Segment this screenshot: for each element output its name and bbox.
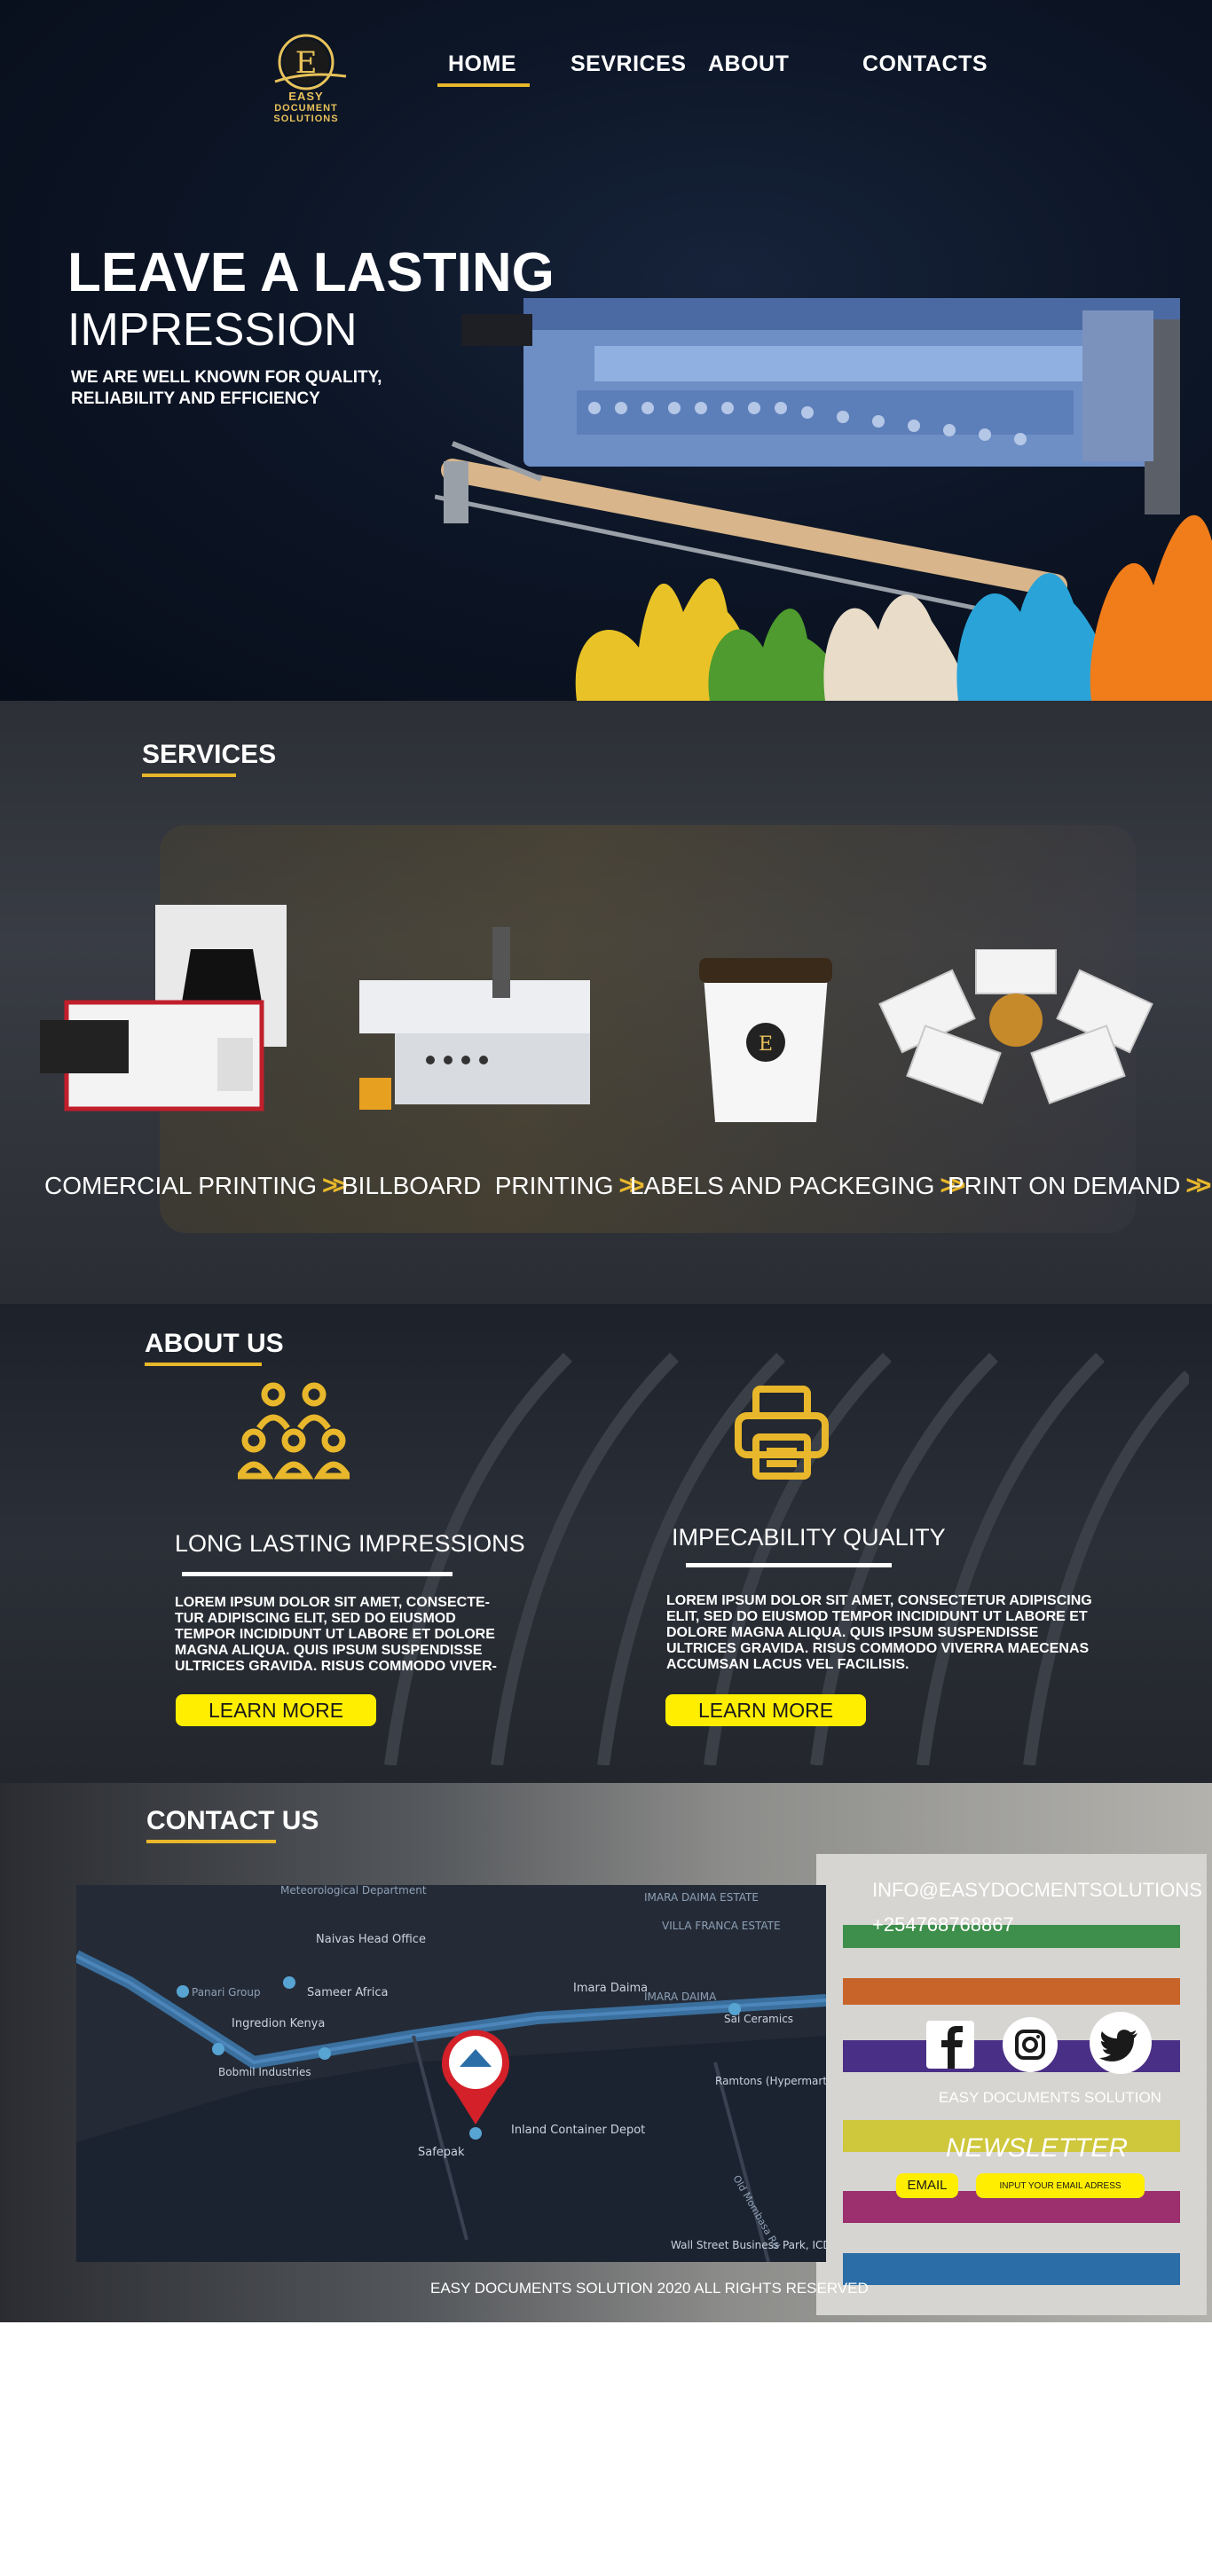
map-canvas: Meteorological Department IMARA DAIMA ES… <box>76 1885 826 2262</box>
service-print-on-demand[interactable]: PRINT ON DEMAND >> <box>948 1171 1211 1201</box>
about-title-text: ABOUT US <box>145 1329 284 1358</box>
services-title: SERVICES <box>142 740 277 777</box>
map-label-bobmil: Bobmil Industries <box>218 2066 311 2078</box>
map-label-imara-daima: Imara Daima <box>573 1982 648 1995</box>
learn-more-button-2[interactable]: LEARN MORE <box>665 1694 866 1726</box>
printer-icon <box>735 1386 829 1480</box>
service-commercial-printing[interactable]: COMERCIAL PRINTING >> <box>44 1171 348 1201</box>
about-col1-divider <box>182 1572 453 1576</box>
services-section: SERVICES E COMERCIAL PRINTING >> BILLBOA… <box>0 701 1212 1304</box>
footer-copyright: EASY DOCUMENTS SOLUTION 2020 ALL RIGHTS … <box>430 2280 869 2297</box>
facebook-icon <box>926 2021 974 2069</box>
instagram-icon <box>1015 2030 1045 2060</box>
chevron-double-right-icon: >> <box>322 1171 348 1200</box>
about-title: ABOUT US <box>145 1329 284 1366</box>
commercial-printer-image <box>40 905 287 1111</box>
map-label-safepak: Safepak <box>418 2146 465 2159</box>
hero-title-sub: IMPRESSION <box>67 304 358 356</box>
map-label-villa-franca: VILLA FRANCA ESTATE <box>662 1920 781 1932</box>
svg-text:E: E <box>759 1033 773 1056</box>
contact-title: CONTACT US <box>146 1806 319 1843</box>
contact-section: CONTACT US Meteorological Department IMA… <box>0 1783 1212 2322</box>
coffee-cup-image: E <box>699 958 832 1122</box>
learn-more-button-1[interactable]: LEARN MORE <box>176 1694 376 1726</box>
service-labels-packaging[interactable]: LABELS AND PACKEGING >> <box>630 1171 965 1201</box>
about-section: ABOUT US LONG LASTING IMPRESSIONS LOREM … <box>0 1304 1212 1783</box>
logo-name: EASY <box>288 90 324 103</box>
newsletter-email-input[interactable] <box>976 2173 1145 2198</box>
service-label: PRINT ON DEMAND <box>948 1172 1181 1199</box>
email-label: EMAIL <box>896 2173 958 2198</box>
twitter-icon <box>1099 2030 1137 2062</box>
map-label-naivas: Naivas Head Office <box>316 1933 426 1946</box>
hero-section: E EASY DOCUMENT SOLUTIONS HOME SEVRICES … <box>0 0 1212 701</box>
billboard-printer-image <box>359 927 590 1110</box>
instagram-link[interactable] <box>1003 2017 1058 2072</box>
logo-tagline: DOCUMENT SOLUTIONS <box>273 103 339 124</box>
map-label-ramtons: Ramtons (Hypermart LTD) <box>715 2075 826 2087</box>
map-label-sameer: Sameer Africa <box>307 1986 388 1999</box>
facebook-link[interactable] <box>923 2017 978 2072</box>
nav-contacts[interactable]: CONTACTS <box>862 51 988 77</box>
company-name: EASY DOCUMENTS SOLUTION <box>939 2089 1161 2106</box>
hero-subtitle: WE ARE WELL KNOWN FOR QUALITY, RELIABILI… <box>71 368 382 408</box>
map-label-imara-estate: IMARA DAIMA ESTATE <box>644 1891 759 1904</box>
nav-home[interactable]: HOME <box>448 51 516 77</box>
service-billboard-printing[interactable]: BILLBOARD PRINTING >> <box>342 1171 645 1201</box>
nav-about[interactable]: ABOUT <box>708 51 789 77</box>
map-label-inland: Inland Container Depot <box>511 2124 645 2137</box>
map-label-wall-street: Wall Street Business Park, ICD <box>671 2239 826 2251</box>
map-label-sai-ceramics: Sai Ceramics <box>724 2013 793 2025</box>
services-title-underline <box>142 774 236 777</box>
about-col1-title: LONG LASTING IMPRESSIONS <box>175 1530 525 1557</box>
people-group-icon <box>238 1382 350 1480</box>
map-label-imara-road: IMARA DAIMA <box>644 1991 717 2003</box>
contact-title-underline <box>146 1840 276 1843</box>
contact-title-text: CONTACT US <box>146 1806 319 1835</box>
newsletter-title: NEWSLETTER <box>946 2133 1129 2163</box>
location-map[interactable]: Meteorological Department IMARA DAIMA ES… <box>76 1885 826 2262</box>
nav-active-indicator <box>437 83 530 87</box>
about-title-underline <box>145 1363 262 1366</box>
service-label: COMERCIAL PRINTING <box>44 1172 317 1199</box>
main-nav: HOME SEVRICES ABOUT CONTACTS <box>0 51 1212 87</box>
map-label-panari: Panari Group <box>192 1986 261 1999</box>
about-col1-text: LOREM IPSUM DOLOR SIT AMET, CONSECTE-TUR… <box>175 1595 497 1674</box>
hero-printer-image <box>435 298 1212 701</box>
map-label-meteorological: Meteorological Department <box>280 1885 427 1897</box>
contact-phone[interactable]: +254768768867 <box>872 1913 1014 1936</box>
map-label-ingredion: Ingredion Kenya <box>232 2017 325 2030</box>
contact-email[interactable]: INFO@EASYDOCMENTSOLUTIONS <box>872 1879 1202 1902</box>
about-col2-text: LOREM IPSUM DOLOR SIT AMET, CONSECTETUR … <box>666 1593 1092 1672</box>
about-col2-divider <box>686 1563 892 1567</box>
about-col2-title: IMPECABILITY QUALITY <box>672 1524 946 1551</box>
service-label: LABELS AND PACKEGING <box>630 1172 935 1199</box>
service-label: BILLBOARD PRINTING <box>342 1172 614 1199</box>
twitter-link[interactable] <box>1090 2012 1152 2074</box>
services-title-text: SERVICES <box>142 740 277 769</box>
chevron-double-right-icon: >> <box>1185 1171 1211 1200</box>
nav-services[interactable]: SEVRICES <box>571 51 686 77</box>
screen-print-carousel-image <box>878 949 1153 1104</box>
